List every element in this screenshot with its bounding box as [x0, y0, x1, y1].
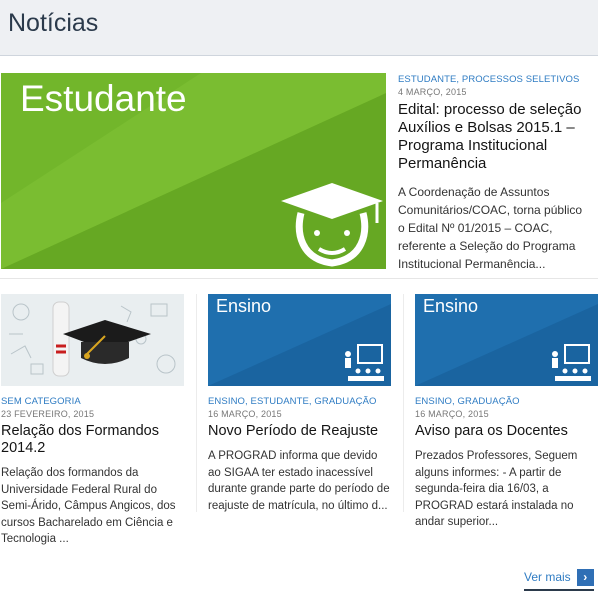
post-title[interactable]: Aviso para os Docentes	[415, 423, 600, 440]
ensino-image[interactable]: Ensino	[208, 294, 391, 386]
news-card: Ensino ENSINO, GRADUAÇÃO 16 MARÇO, 2015 …	[415, 294, 600, 531]
post-date: 16 MARÇO, 2015	[208, 409, 282, 419]
post-category[interactable]: ENSINO, GRADUAÇÃO	[415, 396, 600, 407]
post-category[interactable]: SEM CATEGORIA	[1, 396, 186, 407]
post-excerpt: A Coordenação de Assuntos Comunitários/C…	[398, 185, 583, 271]
graduation-image[interactable]	[1, 294, 184, 386]
post-excerpt: Relação dos formandos da Universidade Fe…	[1, 467, 176, 545]
post-title[interactable]: Novo Período de Reajuste	[208, 423, 393, 440]
post-category[interactable]: ESTUDANTE, PROCESSOS SELETIVOS	[398, 74, 588, 85]
banner-label: Ensino	[216, 296, 271, 316]
post-title[interactable]: Relação dos Formandos 2014.2	[1, 423, 186, 457]
column-divider	[403, 294, 404, 512]
graduation-cap-illustration	[1, 294, 184, 386]
section-divider	[0, 278, 598, 279]
student-banner-graphic: Estudante	[1, 73, 386, 269]
news-card: SEM CATEGORIA 23 FEVEREIRO, 2015 Relação…	[1, 294, 186, 548]
ensino-banner-graphic: Ensino	[208, 294, 391, 386]
featured-image[interactable]: Estudante	[1, 73, 386, 269]
section-header: Notícias	[0, 0, 598, 56]
ver-mais-underline	[524, 589, 594, 591]
post-title[interactable]: Edital: processo de seleção Auxílios e B…	[398, 101, 588, 173]
banner-label: Estudante	[20, 78, 187, 119]
post-date: 23 FEVEREIRO, 2015	[1, 409, 95, 419]
post-excerpt: A PROGRAD informa que devido ao SIGAA te…	[208, 450, 390, 512]
post-category[interactable]: ENSINO, ESTUDANTE, GRADUAÇÃO	[208, 396, 393, 407]
banner-label: Ensino	[423, 296, 478, 316]
news-card: Ensino ENSINO, ESTUDANTE, GRADUAÇÃO 16 M…	[208, 294, 393, 514]
ver-mais-link[interactable]: Ver mais ›	[524, 566, 594, 588]
post-excerpt: Prezados Professores, Seguem alguns info…	[415, 450, 578, 528]
featured-post: ESTUDANTE, PROCESSOS SELETIVOS 4 MARÇO, …	[398, 74, 588, 273]
chevron-right-icon[interactable]: ›	[576, 568, 594, 586]
post-date: 16 MARÇO, 2015	[415, 409, 489, 419]
ensino-image[interactable]: Ensino	[415, 294, 598, 386]
page-title: Notícias	[8, 9, 99, 37]
ensino-banner-graphic: Ensino	[415, 294, 598, 386]
ver-mais-label[interactable]: Ver mais	[524, 570, 571, 584]
post-date: 4 MARÇO, 2015	[398, 87, 467, 97]
column-divider	[196, 294, 197, 512]
